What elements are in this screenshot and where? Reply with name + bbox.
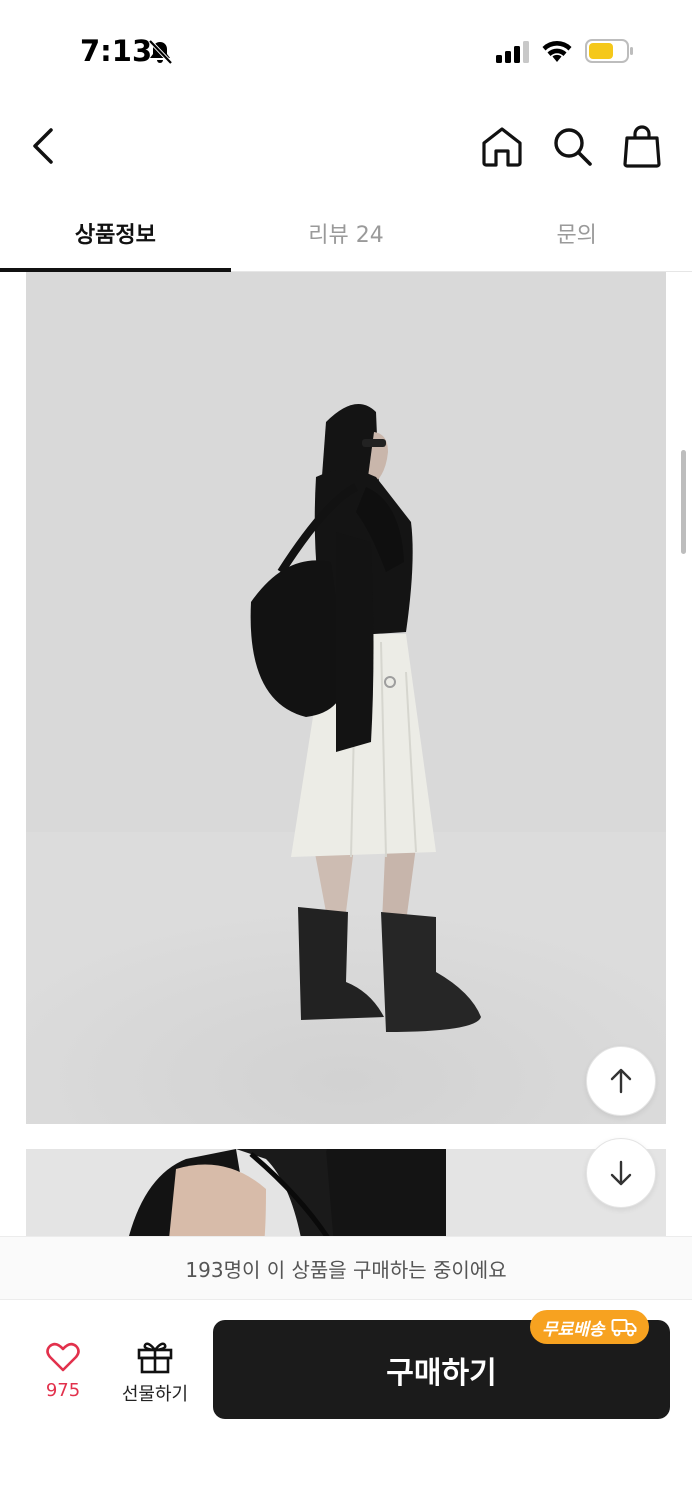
like-button[interactable]: 975: [30, 1338, 96, 1408]
scroll-top-button[interactable]: [586, 1046, 656, 1116]
purchase-activity-notice: 193명이 이 상품을 구매하는 중이에요: [0, 1236, 692, 1300]
arrow-up-icon: [610, 1068, 632, 1094]
cellular-signal-icon: [496, 41, 529, 63]
gift-label: 선물하기: [121, 1384, 189, 1405]
gift-button[interactable]: 선물하기: [112, 1338, 198, 1408]
tab-reviews[interactable]: 리뷰 24: [231, 195, 462, 271]
wifi-icon: [542, 40, 572, 62]
gift-icon: [137, 1342, 173, 1374]
heart-icon: [46, 1342, 80, 1372]
truck-icon: [611, 1319, 637, 1337]
product-photo-detail: [26, 1149, 666, 1236]
free-shipping-label: 무료배송: [542, 1319, 605, 1340]
back-chevron-icon[interactable]: [22, 124, 66, 168]
tab-product-info[interactable]: 상품정보: [0, 195, 231, 272]
bell-slash-icon: [148, 39, 173, 65]
status-bar: 7:13: [0, 0, 692, 100]
product-photo-full-outfit: [26, 272, 666, 1124]
search-icon[interactable]: [548, 122, 596, 170]
free-shipping-badge: 무료배송: [530, 1310, 649, 1344]
product-tabs: 상품정보 리뷰 24 문의: [0, 195, 692, 272]
shopping-bag-icon[interactable]: [618, 122, 666, 170]
arrow-down-icon: [610, 1160, 632, 1186]
scroll-indicator[interactable]: [681, 450, 686, 554]
like-count: 975: [45, 1380, 81, 1401]
nav-bar: [0, 100, 692, 195]
status-time: 7:13: [80, 34, 153, 68]
purchase-bar: 975 선물하기 구매하기 무료배송: [0, 1300, 692, 1500]
tab-inquiry[interactable]: 문의: [461, 195, 692, 271]
scroll-bottom-button[interactable]: [586, 1138, 656, 1208]
home-icon[interactable]: [478, 122, 526, 170]
battery-icon: [585, 39, 633, 63]
